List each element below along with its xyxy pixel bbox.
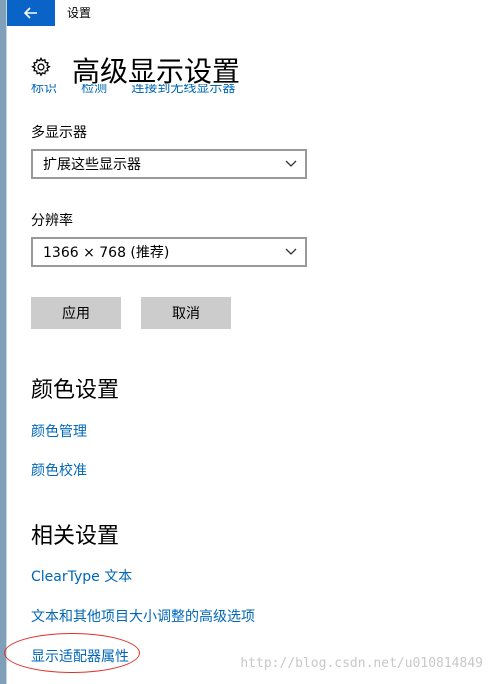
color-management-link[interactable]: 颜色管理 bbox=[31, 421, 87, 441]
color-settings-heading: 颜色设置 bbox=[31, 378, 120, 403]
resolution-label: 分辨率 bbox=[31, 213, 73, 229]
color-calibration-link[interactable]: 颜色校准 bbox=[31, 460, 87, 480]
apply-button[interactable]: 应用 bbox=[31, 297, 121, 329]
related-settings-heading: 相关设置 bbox=[31, 524, 120, 549]
resolution-dropdown[interactable]: 1366 × 768 (推荐) bbox=[31, 237, 307, 267]
back-arrow-icon bbox=[24, 7, 37, 19]
multi-display-value: 扩展这些显示器 bbox=[43, 157, 141, 173]
clipped-link-row: 标识 检测 连接到无线显示器 bbox=[31, 84, 255, 96]
multi-display-label: 多显示器 bbox=[31, 125, 87, 141]
app-title: 设置 bbox=[67, 6, 92, 20]
advanced-sizing-link[interactable]: 文本和其他项目大小调整的高级选项 bbox=[31, 606, 255, 626]
cleartype-text-link[interactable]: ClearType 文本 bbox=[31, 566, 132, 586]
annotation-ellipse bbox=[4, 633, 140, 673]
window-left-edge-highlight bbox=[6, 0, 7, 684]
chevron-down-icon bbox=[285, 248, 297, 255]
resolution-value: 1366 × 768 (推荐) bbox=[43, 245, 170, 261]
identify-link[interactable]: 标识 bbox=[31, 84, 57, 96]
gear-icon bbox=[31, 56, 51, 77]
back-button[interactable] bbox=[7, 0, 55, 26]
wireless-display-link[interactable]: 连接到无线显示器 bbox=[131, 84, 235, 96]
chevron-down-icon bbox=[285, 160, 297, 167]
multi-display-dropdown[interactable]: 扩展这些显示器 bbox=[31, 149, 307, 179]
cancel-button[interactable]: 取消 bbox=[141, 297, 231, 329]
watermark: http://blog.csdn.net/u010814849 bbox=[240, 656, 483, 671]
detect-link[interactable]: 检测 bbox=[81, 84, 107, 96]
settings-window: 设置 高级显示设置 标识 检测 连接到无线显示器 多显示器 扩展这些显示器 分辨… bbox=[0, 0, 493, 684]
